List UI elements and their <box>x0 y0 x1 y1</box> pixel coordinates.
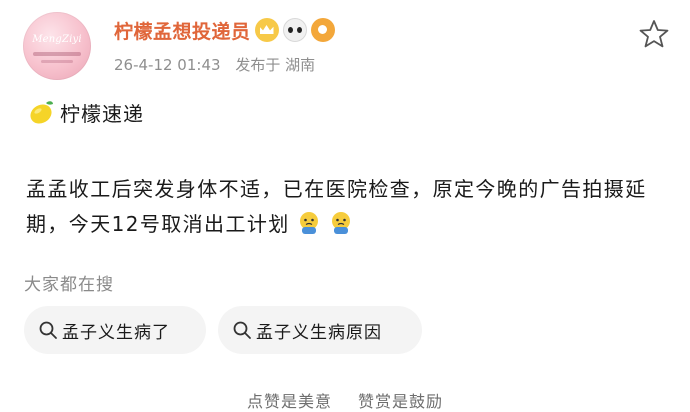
name-row: 柠檬孟想投递员 <box>114 16 335 44</box>
search-chip[interactable]: 孟子义生病原因 <box>218 306 422 354</box>
search-icon <box>39 321 57 339</box>
post-title: 柠檬速递 <box>60 101 144 126</box>
post-header: MengZiyi 柠檬孟想投递员 26-4-12 01:43 发布于 湖南 <box>0 0 690 90</box>
fish-badge-icon <box>310 18 335 42</box>
post-meta: 26-4-12 01:43 发布于 湖南 <box>114 54 325 75</box>
panda-badge-icon <box>282 18 307 42</box>
crying-face-icon <box>331 212 350 234</box>
post-location: 发布于 湖南 <box>235 56 316 74</box>
search-icon <box>233 321 251 339</box>
post-body: 孟孟收工后突发身体不适，已在医院检查，原定今晚的广告拍摄延期，今天12号取消出工… <box>26 172 666 242</box>
footer-tagline: 点赞是美意 赞赏是鼓励 <box>0 388 690 412</box>
crown-badge-icon <box>254 18 279 42</box>
footer-reward-text: 赞赏是鼓励 <box>358 392 444 411</box>
avatar-logo-line <box>33 52 81 56</box>
avatar[interactable]: MengZiyi <box>23 12 91 80</box>
star-icon[interactable] <box>638 18 670 50</box>
post-title-row: 柠檬速递 <box>26 96 144 128</box>
lemon-icon <box>30 101 53 124</box>
username[interactable]: 柠檬孟想投递员 <box>114 17 251 44</box>
trending-search-heading: 大家都在搜 <box>24 275 114 295</box>
search-chip-label: 孟子义生病原因 <box>256 322 382 343</box>
avatar-logo-line <box>41 60 73 63</box>
search-chip-label: 孟子义生病了 <box>62 322 170 343</box>
avatar-logo-text: MengZiyi <box>32 34 82 45</box>
footer-like-text: 点赞是美意 <box>246 392 332 411</box>
crying-face-icon <box>299 212 318 234</box>
search-chip[interactable]: 孟子义生病了 <box>24 306 206 354</box>
post-time: 26-4-12 01:43 <box>114 56 221 74</box>
